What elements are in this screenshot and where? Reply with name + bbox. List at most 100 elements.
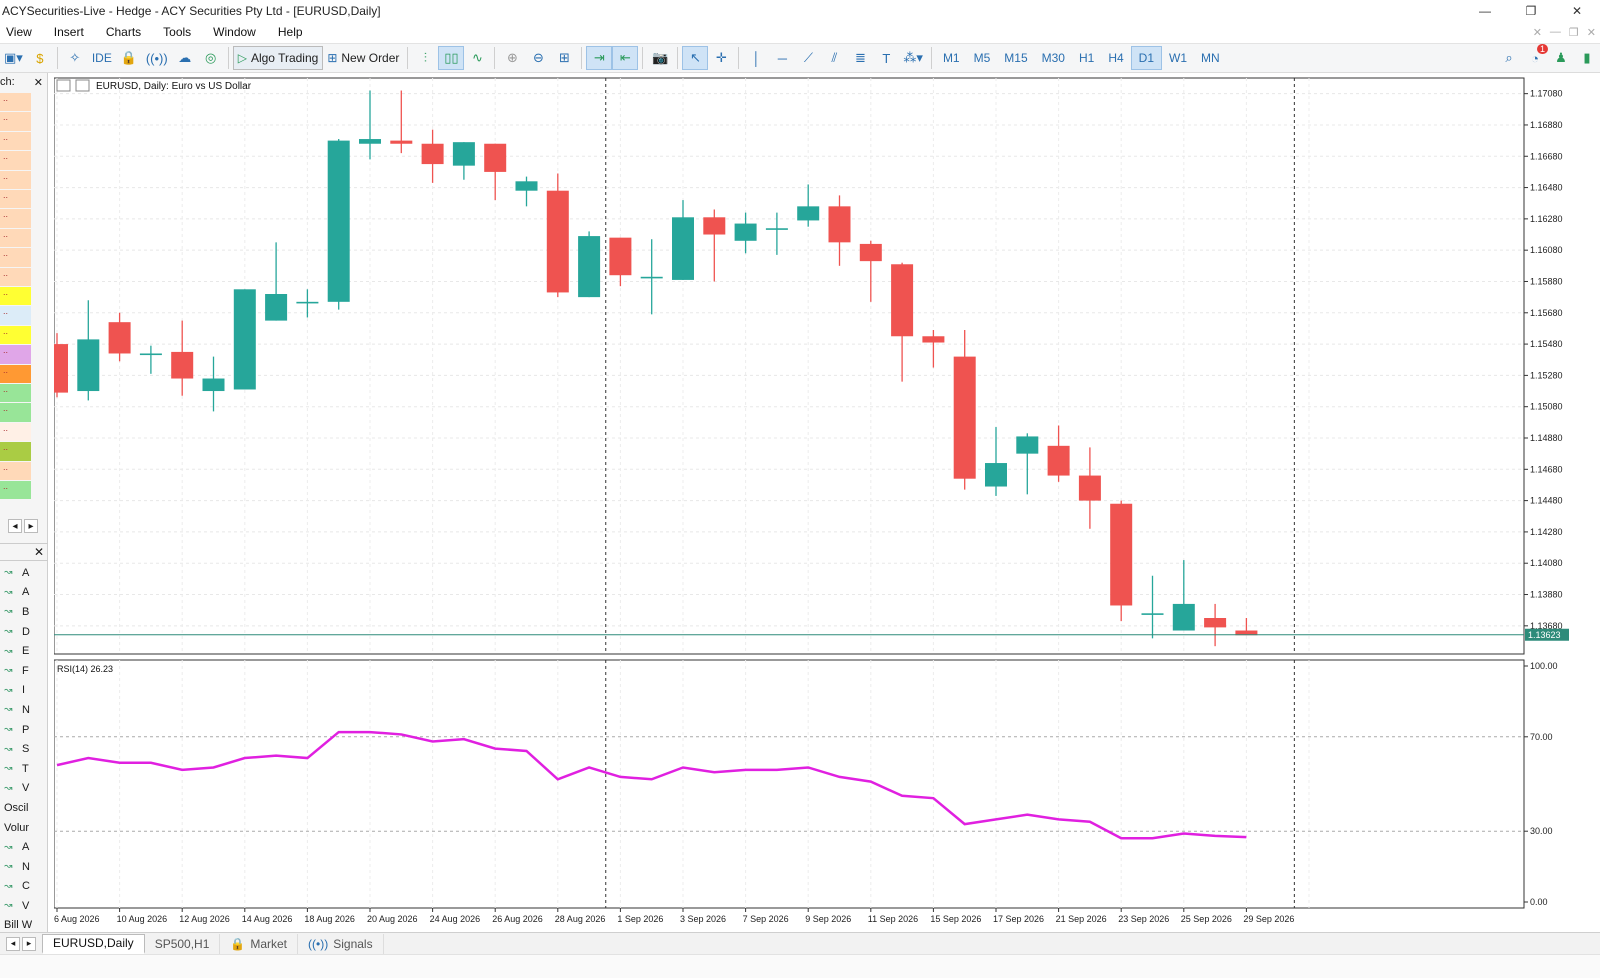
list-item[interactable]: ↝ N <box>0 857 48 877</box>
market-watch-row[interactable]: .. <box>0 209 31 228</box>
market-watch-row[interactable]: .. <box>0 287 31 306</box>
market-watch-row[interactable]: .. <box>0 112 31 131</box>
chart-window[interactable]: 1.17080 1.16880 1.16680 1.16480 1.16280 1.160… <box>46 76 1600 936</box>
market-watch-row[interactable]: .. <box>0 364 31 383</box>
list-item[interactable]: ↝ C <box>0 877 48 897</box>
dollar-icon[interactable]: $ <box>27 46 53 70</box>
list-item[interactable]: ↝ V <box>0 779 48 799</box>
fibonacci-icon[interactable]: ≣ <box>847 46 873 70</box>
tab-sp500-h1[interactable]: SP500,H1 <box>145 933 221 954</box>
restore-button[interactable]: ❐ <box>1508 0 1554 22</box>
timeframe-m1[interactable]: M1 <box>936 46 967 70</box>
list-item[interactable]: Oscil <box>0 798 48 818</box>
menu-tools[interactable]: Tools <box>153 25 203 39</box>
signal-icon[interactable]: ((•)) <box>142 46 172 70</box>
timeframe-m30[interactable]: M30 <box>1035 46 1072 70</box>
child-minimize-icon[interactable]: ✕ <box>1533 26 1542 39</box>
market-watch-row[interactable]: .. <box>0 93 31 112</box>
list-item[interactable]: ↝ N <box>0 700 48 720</box>
market-watch-row[interactable]: .. <box>0 131 31 151</box>
market-watch-row[interactable]: .. <box>0 422 31 442</box>
list-item[interactable]: ↝ T <box>0 759 48 779</box>
tile-windows-icon[interactable]: ⊞ <box>551 46 577 70</box>
navigator-icon[interactable]: ✧ <box>62 46 88 70</box>
text-tool-icon[interactable]: T <box>873 46 899 70</box>
cloud-icon[interactable]: ☁ <box>172 46 198 70</box>
new-chart-icon[interactable]: ▣▾ <box>0 46 27 70</box>
autoscroll-icon[interactable]: ⇥ <box>586 46 613 70</box>
algo-trading-button[interactable]: ▷ Algo Trading <box>232 46 324 70</box>
timeframe-m15[interactable]: M15 <box>997 46 1034 70</box>
timeframe-mn[interactable]: MN <box>1194 46 1227 70</box>
market-watch-row[interactable]: .. <box>0 267 31 286</box>
list-item[interactable]: ↝ B <box>0 602 48 622</box>
menu-window[interactable]: Window <box>203 25 268 39</box>
list-item[interactable]: ↝ E <box>0 641 48 661</box>
list-item[interactable]: ↝ V <box>0 896 48 916</box>
zoom-out-icon[interactable]: ⊖ <box>525 46 551 70</box>
child-restore-icon[interactable]: — <box>1550 26 1561 38</box>
market-watch-row[interactable]: .. <box>0 403 31 422</box>
scroll-left-icon[interactable]: ◂ <box>8 519 22 533</box>
list-item[interactable]: ↝ S <box>0 739 48 759</box>
crosshair-icon[interactable]: ✛ <box>708 46 734 70</box>
market-watch-row[interactable]: .. <box>0 384 31 403</box>
screenshot-icon[interactable]: 📷 <box>647 46 673 70</box>
ide-button[interactable]: IDE <box>88 46 116 70</box>
timeframe-h4[interactable]: H4 <box>1101 46 1130 70</box>
market-watch-row[interactable]: .. <box>0 151 31 170</box>
market-watch-row[interactable]: .. <box>0 325 31 345</box>
horizontal-line-icon[interactable]: ─ <box>769 46 795 70</box>
market-watch-row[interactable]: .. <box>0 228 31 248</box>
menu-view[interactable]: View <box>0 25 44 39</box>
tab-eurusd-daily[interactable]: EURUSD,Daily <box>42 933 145 954</box>
price-chart[interactable]: 1.17080 1.16880 1.16680 1.16480 1.16280 1.160… <box>46 76 1600 934</box>
list-item[interactable]: ↝ I <box>0 681 48 701</box>
shapes-icon[interactable]: ⁂▾ <box>899 46 927 70</box>
bar-chart-icon[interactable]: ⫶ <box>412 46 438 70</box>
market-watch-row[interactable]: .. <box>0 345 31 364</box>
list-item[interactable]: ↝ F <box>0 661 48 681</box>
vps-icon[interactable]: ◎ <box>198 46 224 70</box>
notifications-icon[interactable]: ◔ 1 <box>1522 44 1548 70</box>
close-icon[interactable]: ✕ <box>34 76 43 89</box>
timeframe-m5[interactable]: M5 <box>967 46 998 70</box>
line-chart-icon[interactable]: ∿ <box>464 46 490 70</box>
market-watch-row[interactable]: .. <box>0 170 31 189</box>
timeframe-w1[interactable]: W1 <box>1162 46 1194 70</box>
account-icon[interactable]: ♟ <box>1548 46 1574 70</box>
vertical-line-icon[interactable]: │ <box>743 46 769 70</box>
channel-icon[interactable]: ⫽ <box>821 46 847 70</box>
market-watch-row[interactable]: .. <box>0 442 31 461</box>
menu-charts[interactable]: Charts <box>96 25 153 39</box>
market-watch-row[interactable]: .. <box>0 248 31 267</box>
cursor-icon[interactable]: ↖ <box>682 46 709 70</box>
list-item[interactable]: Volur <box>0 818 48 838</box>
market-watch-row[interactable]: .. <box>0 481 31 500</box>
child-close-icon[interactable]: ✕ <box>1587 26 1596 39</box>
market-watch-row[interactable]: .. <box>0 190 31 209</box>
timeframe-d1[interactable]: D1 <box>1130 46 1162 70</box>
candlestick-chart-icon[interactable]: ▯▯ <box>438 46 465 70</box>
tab-signals[interactable]: ((•)) Signals <box>298 933 384 954</box>
close-icon[interactable]: ✕ <box>34 545 44 559</box>
trendline-icon[interactable]: ⟋ <box>795 46 821 70</box>
list-item[interactable]: ↝ A <box>0 837 48 857</box>
tab-scroll-left-icon[interactable]: ◂ <box>6 936 20 951</box>
signal-strength-icon[interactable]: ▮ <box>1574 46 1600 70</box>
menu-help[interactable]: Help <box>268 25 315 39</box>
child-maximize-icon[interactable]: ❐ <box>1569 26 1579 39</box>
list-item[interactable]: ↝ D <box>0 622 48 642</box>
close-button[interactable]: ✕ <box>1554 0 1600 22</box>
list-item[interactable]: ↝ A <box>0 583 48 603</box>
tab-scroll-right-icon[interactable]: ▸ <box>22 936 36 951</box>
chart-shift-icon[interactable]: ⇤ <box>612 46 639 70</box>
list-item[interactable]: ↝ P <box>0 720 48 740</box>
zoom-in-icon[interactable]: ⊕ <box>499 46 525 70</box>
scroll-right-icon[interactable]: ▸ <box>24 519 38 533</box>
search-icon[interactable]: ⌕ <box>1496 46 1522 70</box>
menu-insert[interactable]: Insert <box>44 25 96 39</box>
minimize-button[interactable]: — <box>1462 0 1508 22</box>
timeframe-h1[interactable]: H1 <box>1072 46 1101 70</box>
market-watch-row[interactable]: .. <box>0 306 31 325</box>
